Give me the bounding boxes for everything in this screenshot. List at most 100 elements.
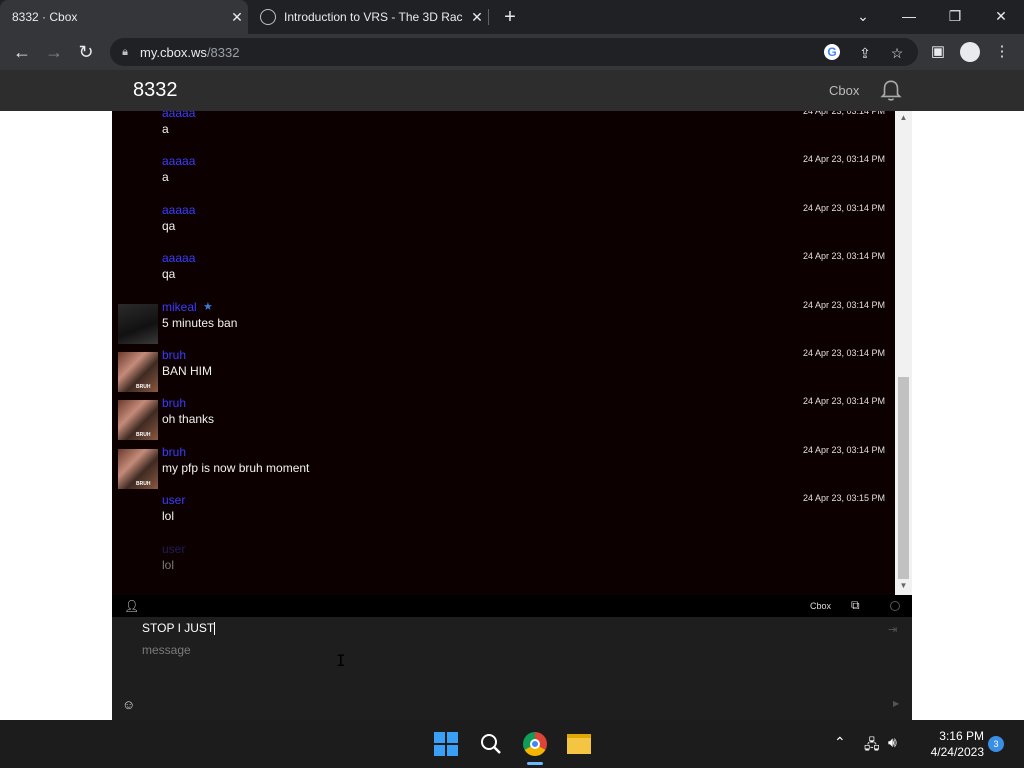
volume-icon[interactable]: 🔊︎ <box>888 734 897 751</box>
message-text: a <box>162 170 169 185</box>
scroll-up-arrow-icon[interactable]: ▲ <box>895 113 912 125</box>
close-tab-icon[interactable]: ✕ <box>226 9 248 26</box>
taskbar: ⌃ 🖧︎ 🔊︎ 3:16 PM 4/24/2023 3 <box>0 720 1024 768</box>
scrollbar[interactable]: ▲ ▼ <box>895 111 912 595</box>
ibeam-cursor-icon: I <box>336 651 346 670</box>
side-panel-icon[interactable]: ▣ <box>926 40 950 64</box>
message-author[interactable]: aaaaa <box>162 203 195 217</box>
file-explorer-icon[interactable] <box>563 728 595 760</box>
message-author[interactable]: bruh <box>162 445 186 459</box>
composer: STOP I JUST ⇥ ☺ ▶ <box>112 617 912 720</box>
send-arrow-icon[interactable]: ▶ <box>893 699 899 708</box>
name-input-value: STOP I JUST <box>142 621 215 635</box>
chat-info-bar: 👤︎ Cbox ⧉ <box>112 595 912 617</box>
message-timestamp: 24 Apr 23, 03:14 PM <box>802 444 885 455</box>
cbox-link[interactable]: Cbox <box>829 83 859 98</box>
chat-message: user lol <box>112 542 895 590</box>
chevron-up-icon[interactable]: ⌃ <box>834 734 846 751</box>
notification-badge[interactable]: 3 <box>988 736 1004 752</box>
message-timestamp: 24 Apr 23, 03:14 PM <box>802 111 885 116</box>
tab-strip: 8332 · Cbox ✕ Introduction to VRS - The … <box>0 0 1024 34</box>
external-link-icon[interactable]: ⧉ <box>851 598 860 613</box>
message-author[interactable]: user <box>162 542 185 556</box>
network-icon[interactable]: 🖧︎ <box>864 734 880 758</box>
message-text: oh thanks <box>162 412 215 427</box>
star-icon: ★ <box>203 300 213 313</box>
chat-message: user lol 24 Apr 23, 03:15 PM <box>112 493 895 541</box>
chat-message: aaaaa a 24 Apr 23, 03:14 PM <box>112 154 895 202</box>
avatar-label: BRUH <box>136 480 151 487</box>
page-title: 8332 <box>133 79 178 101</box>
avatar[interactable]: BRUH <box>118 352 158 392</box>
avatar[interactable] <box>118 303 158 344</box>
chat-message: BRUH bruh my pfp is now bruh moment 24 Apr … <box>112 445 895 493</box>
back-arrow-icon[interactable]: ← <box>8 38 36 66</box>
tab-divider <box>488 9 489 25</box>
message-author[interactable]: aaaaa <box>162 111 195 120</box>
message-text: BAN HIM <box>162 364 213 378</box>
message-author[interactable]: user <box>162 493 185 507</box>
message-text: 5 minutes ban <box>162 315 238 330</box>
forward-arrow-icon[interactable]: → <box>40 38 68 66</box>
message-author[interactable]: mikeal <box>162 300 197 314</box>
tab-cbox[interactable]: 8332 · Cbox ✕ <box>0 0 248 34</box>
menu-dots-icon[interactable]: ⋮ <box>990 40 1014 64</box>
profile-icon[interactable] <box>958 40 982 64</box>
message-text: my pfp is now bruh moment <box>162 460 310 475</box>
message-author[interactable]: bruh <box>162 396 186 410</box>
tab-title: Introduction to VRS - The 3D Rac <box>284 10 463 24</box>
new-tab-button[interactable]: + <box>498 4 522 30</box>
clock-time: 3:16 PM <box>939 729 984 743</box>
page-header: 8332 Cbox <box>0 70 1024 111</box>
restore-button[interactable]: ❐ <box>932 0 978 34</box>
emoji-icon[interactable]: ☺ <box>122 697 135 712</box>
tab-title: 8332 · Cbox <box>12 10 78 24</box>
share-icon[interactable]: ⇪ <box>856 44 874 62</box>
url-domain: my.cbox.ws <box>140 44 207 60</box>
text-caret <box>214 622 216 636</box>
clock[interactable]: 3:16 PM 4/24/2023 <box>918 728 984 760</box>
message-list[interactable]: aaaaa a 24 Apr 23, 03:14 PM aaaaa a 24 Apr 23… <box>112 111 895 595</box>
status-ring-icon <box>890 601 900 611</box>
avatar[interactable]: BRUH <box>118 400 158 441</box>
message-timestamp: 24 Apr 23, 03:14 PM <box>802 202 885 213</box>
message-text: qa <box>162 267 176 282</box>
search-icon[interactable] <box>475 728 507 760</box>
cbox-brand-link[interactable]: Cbox <box>810 601 831 611</box>
address-bar[interactable]: 🔒︎ my.cbox.ws/8332 G ⇪ ☆ <box>110 38 918 66</box>
user-icon[interactable]: 👤︎ <box>124 599 139 613</box>
avatar[interactable]: BRUH <box>118 448 158 489</box>
message-text: a <box>162 122 169 136</box>
bell-icon[interactable] <box>878 78 904 104</box>
message-timestamp: 24 Apr 23, 03:14 PM <box>802 396 885 407</box>
close-tab-icon[interactable]: ✕ <box>466 9 488 26</box>
minimize-button[interactable]: — <box>886 0 932 34</box>
message-author[interactable]: bruh <box>162 348 186 362</box>
login-icon[interactable]: ⇥ <box>888 623 897 636</box>
message-text: lol <box>162 557 175 572</box>
chat-message: mikeal ★ 5 minutes ban 24 Apr 23, 03:14 PM <box>112 300 895 348</box>
tab-vrs[interactable]: Introduction to VRS - The 3D Rac ✕ <box>250 0 488 34</box>
message-author[interactable]: aaaaa <box>162 251 195 265</box>
globe-icon <box>260 9 276 25</box>
message-author[interactable]: aaaaa <box>162 154 195 168</box>
page: 8332 Cbox aaaaa a 24 Apr 23, 03:14 PM aaaaa… <box>0 70 1024 720</box>
url-text: my.cbox.ws/8332 <box>140 45 239 60</box>
google-icon[interactable]: G <box>824 44 842 62</box>
windows-start-icon[interactable] <box>430 728 462 760</box>
bookmark-star-icon[interactable]: ☆ <box>888 44 906 62</box>
avatar-label: BRUH <box>136 432 151 439</box>
scrollbar-thumb[interactable] <box>898 377 909 579</box>
message-text: qa <box>162 218 176 233</box>
chat-message: aaaaa qa 24 Apr 23, 03:14 PM <box>112 203 895 251</box>
clock-date: 4/24/2023 <box>930 745 984 759</box>
reload-icon[interactable]: ↻ <box>72 38 100 66</box>
chrome-icon[interactable] <box>519 728 551 760</box>
scroll-down-arrow-icon[interactable]: ▼ <box>895 581 912 593</box>
close-window-button[interactable]: ✕ <box>978 0 1024 34</box>
name-input[interactable]: STOP I JUST <box>142 621 862 639</box>
message-input[interactable] <box>142 643 862 703</box>
message-timestamp: 24 Apr 23, 03:14 PM <box>802 251 885 262</box>
tab-search-chevron-icon[interactable]: ⌄ <box>840 0 886 34</box>
browser-toolbar: ← → ↻ 🔒︎ my.cbox.ws/8332 G ⇪ ☆ ▣ ⋮ <box>0 34 1024 70</box>
